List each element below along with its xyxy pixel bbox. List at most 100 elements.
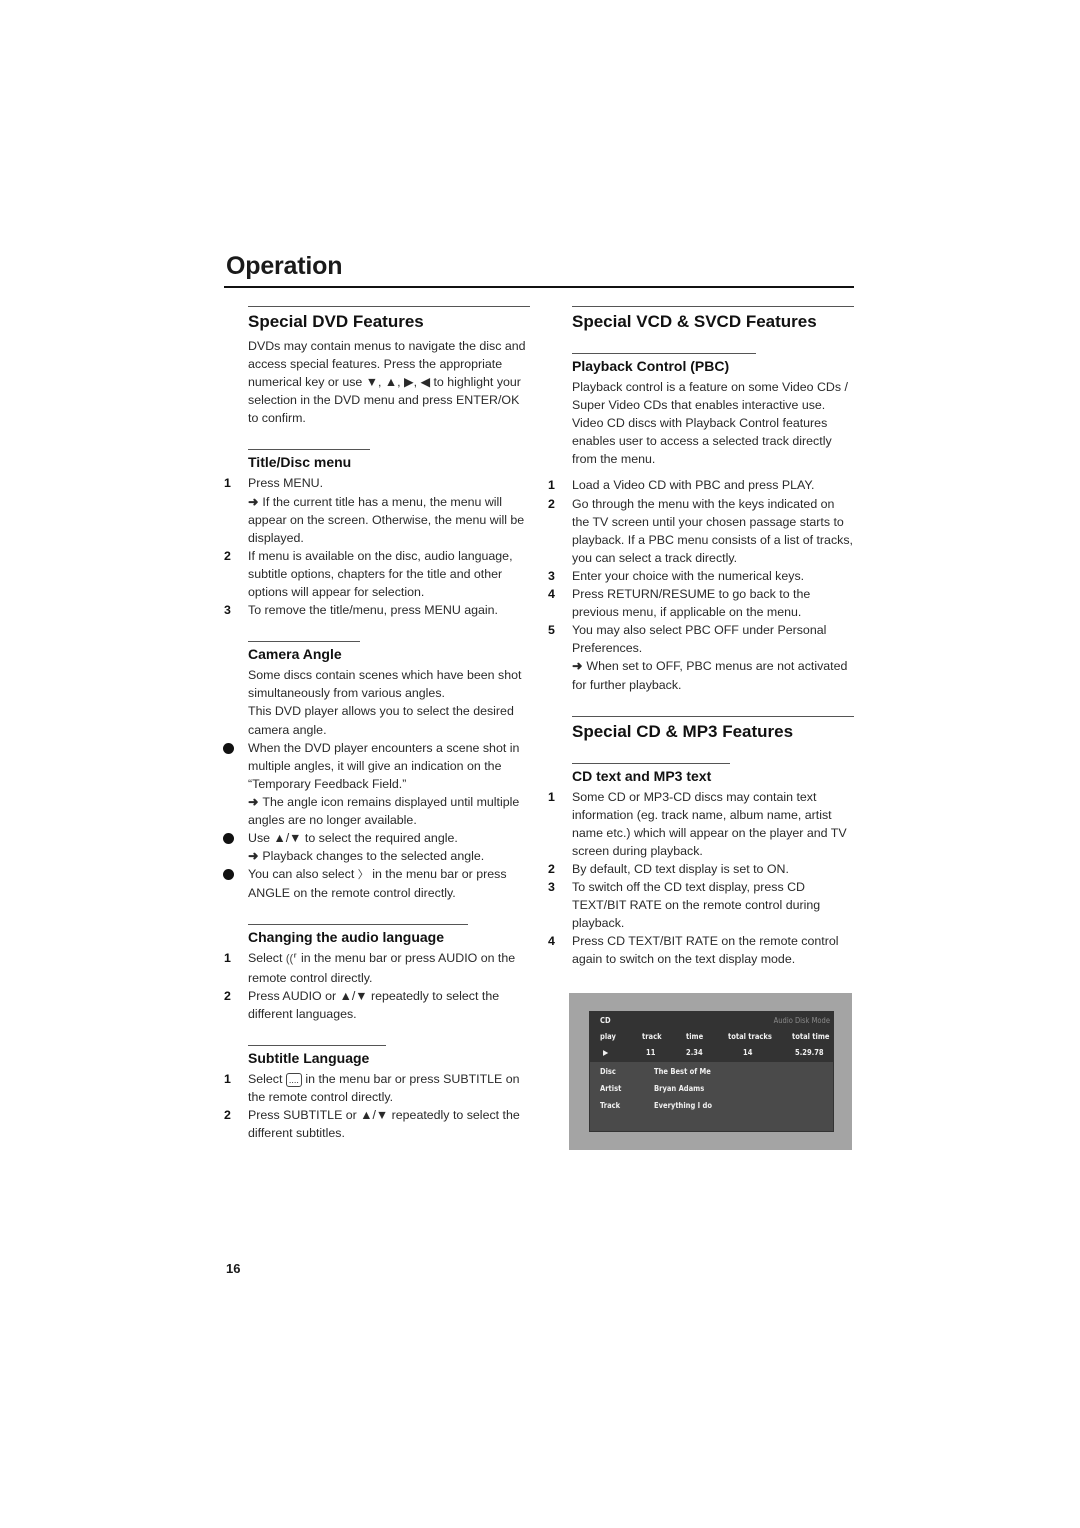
osd-source: CD — [600, 1016, 611, 1025]
step-number: 2 — [224, 548, 231, 563]
step-text: Select — [248, 1071, 283, 1086]
osd-info-label: Disc — [600, 1067, 616, 1076]
step-number: 1 — [548, 789, 555, 804]
audio-icon: ((⸢ — [285, 953, 298, 966]
title-rule — [224, 286, 854, 288]
arrow-icon: ➜ — [572, 659, 583, 674]
left-column: Special DVD Features DVDs may contain me… — [223, 306, 530, 1142]
arrow-icon: ➜ — [248, 494, 259, 509]
subsection-rule — [248, 1044, 386, 1046]
bullet-note: The angle icon remains displayed until m… — [248, 794, 520, 827]
list-item: 5 You may also select PBC OFF under Pers… — [548, 621, 854, 693]
play-icon: ▶ — [603, 1048, 609, 1057]
angle-icon: 〉 — [357, 869, 369, 882]
subsection-rule — [572, 762, 730, 764]
section-rule — [248, 306, 530, 307]
osd-info-value: Bryan Adams — [654, 1084, 705, 1093]
osd-mode: Audio Disk Mode — [773, 1016, 830, 1025]
step-text: Press MENU. — [248, 476, 324, 491]
osd-header-total-tracks: total tracks — [728, 1032, 772, 1041]
step-number: 2 — [224, 988, 231, 1003]
list-item: 2 By default, CD text display is set to … — [548, 860, 854, 878]
list-item: 2 If menu is available on the disc, audi… — [224, 547, 530, 601]
step-text: Go through the menu with the keys indica… — [572, 496, 853, 565]
step-text: To switch off the CD text display, press… — [572, 880, 821, 931]
list-item: 4 Press CD TEXT/BIT RATE on the remote c… — [548, 932, 854, 968]
subtitle-icon: .... — [285, 1072, 302, 1087]
osd-panel: CD Audio Disk Mode play track time total… — [589, 1011, 834, 1132]
cd-section-title: Special CD & MP3 Features — [572, 721, 794, 741]
bullet-text: When the DVD player encounters a scene s… — [248, 740, 520, 791]
step-text: By default, CD text display is set to ON… — [572, 861, 789, 876]
bullet-icon — [223, 742, 234, 754]
audio-language-heading: Changing the audio language — [248, 929, 444, 946]
subsection-rule — [248, 641, 360, 643]
subtitle-language-heading: Subtitle Language — [248, 1049, 370, 1066]
step-number: 1 — [224, 1071, 231, 1086]
page-number: 16 — [226, 1261, 241, 1276]
camera-angle-heading: Camera Angle — [248, 646, 342, 663]
title-disc-heading: Title/Disc menu — [248, 454, 352, 471]
list-item: 1 Load a Video CD with PBC and press PLA… — [548, 476, 854, 494]
step-text: If menu is available on the disc, audio … — [248, 548, 513, 600]
osd-info-label: Artist — [600, 1084, 622, 1093]
step-number: 2 — [224, 1108, 231, 1122]
step-note: When set to OFF, PBC menus are not activ… — [572, 659, 848, 692]
bullet-text: You can also select — [248, 867, 355, 882]
osd-header-track: track — [642, 1032, 662, 1041]
step-number: 3 — [548, 568, 555, 583]
list-item: 3 Enter your choice with the numerical k… — [548, 567, 854, 585]
list-item: When the DVD player encounters a scene s… — [223, 739, 530, 829]
step-number: 5 — [548, 623, 555, 638]
bullet-icon — [223, 833, 234, 845]
step-text: Press SUBTITLE or ▲/▼ repeatedly to sele… — [248, 1108, 520, 1141]
osd-header-play: play — [600, 1032, 616, 1041]
osd-header-total-time: total time — [792, 1032, 830, 1041]
osd-header-time: time — [686, 1032, 704, 1041]
step-text: Select — [248, 951, 283, 966]
osd-value-track: 11 — [646, 1048, 656, 1057]
list-item: 1 Select ((⸢ in the menu bar or press AU… — [224, 949, 530, 986]
step-number: 3 — [224, 603, 231, 618]
osd-info-value: Everything I do — [654, 1101, 712, 1110]
list-item: 4 Press RETURN/RESUME to go back to the … — [548, 585, 854, 621]
section-rule — [572, 306, 854, 307]
step-note: If the current title has a menu, the men… — [248, 494, 525, 545]
vcd-section-title: Special VCD & SVCD Features — [572, 312, 817, 331]
step-number: 1 — [224, 951, 231, 966]
osd-info-value: The Best of Me — [654, 1067, 711, 1076]
osd-status-bar: CD Audio Disk Mode play track time total… — [590, 1012, 833, 1062]
step-text: Some CD or MP3-CD discs may contain text… — [572, 789, 847, 858]
step-number: 4 — [548, 934, 555, 949]
pbc-intro: Playback control is a feature on some Vi… — [572, 380, 848, 467]
osd-info-label: Track — [600, 1101, 621, 1110]
list-item: 2 Press AUDIO or ▲/▼ repeatedly to selec… — [224, 987, 530, 1023]
subsection-rule — [248, 924, 468, 926]
step-text: Press RETURN/RESUME to go back to the pr… — [572, 587, 811, 620]
step-number: 1 — [224, 476, 231, 491]
dvd-section-title: Special DVD Features — [248, 312, 424, 331]
page-title: Operation — [226, 252, 343, 280]
pbc-heading: Playback Control (PBC) — [572, 358, 730, 374]
step-number: 2 — [548, 496, 555, 511]
osd-value-total-tracks: 14 — [743, 1048, 753, 1057]
subsection-rule — [248, 449, 370, 451]
list-item: 1 Press MENU. ➜ If the current title has … — [224, 474, 530, 546]
cd-text-heading: CD text and MP3 text — [572, 767, 712, 784]
list-item: 3 To remove the title/menu, press MENU a… — [224, 601, 530, 619]
step-text: Load a Video CD with PBC and press PLAY. — [572, 478, 815, 493]
list-item: 1 Select .... in the menu bar or press S… — [224, 1070, 530, 1106]
step-number: 1 — [548, 478, 555, 493]
camera-intro-2: This DVD player allows you to select the… — [248, 704, 514, 737]
step-number: 2 — [548, 861, 555, 876]
section-rule — [572, 715, 854, 717]
osd-value-total-time: 5.29.78 — [795, 1048, 824, 1057]
step-text: You may also select PBC OFF under Person… — [572, 623, 827, 656]
list-item: Use ▲/▼ to select the required angle. ➜ P… — [223, 829, 530, 865]
list-item: 1 Some CD or MP3-CD discs may contain te… — [548, 788, 854, 860]
dvd-intro: DVDs may contain menus to navigate the d… — [248, 339, 526, 426]
list-item: You can also select 〉 in the menu bar or… — [223, 865, 530, 902]
list-item: 2 Go through the menu with the keys indi… — [548, 495, 854, 567]
step-text: To remove the title/menu, press MENU aga… — [248, 603, 498, 618]
step-text: Press AUDIO or ▲/▼ repeatedly to select … — [248, 988, 500, 1021]
